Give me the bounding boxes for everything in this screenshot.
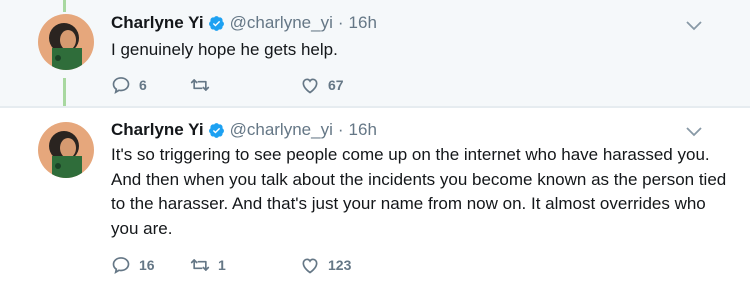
reply-button[interactable]: 6 — [111, 75, 147, 95]
like-button[interactable]: 67 — [300, 75, 344, 95]
verified-badge-icon — [208, 15, 225, 32]
separator: · — [337, 120, 344, 139]
author-name[interactable]: Charlyne Yi — [111, 13, 204, 33]
retweet-button[interactable]: 1 — [190, 255, 226, 275]
tweet-header: Charlyne Yi @charlyne_yi · 16h — [111, 12, 377, 34]
author-handle[interactable]: @charlyne_yi — [230, 120, 333, 140]
reply-icon — [111, 255, 131, 275]
tweet-actions: 16 1 123 — [111, 255, 391, 275]
author-handle[interactable]: @charlyne_yi — [230, 13, 333, 33]
author-name[interactable]: Charlyne Yi — [111, 120, 204, 140]
caret-down-icon[interactable] — [686, 125, 702, 137]
retweet-icon — [190, 255, 210, 275]
like-button[interactable]: 123 — [300, 255, 351, 275]
caret-down-icon[interactable] — [686, 19, 702, 31]
avatar[interactable] — [38, 14, 94, 70]
tweet-text: I genuinely hope he gets help. — [111, 40, 338, 59]
reply-count: 6 — [139, 77, 147, 93]
retweet-icon — [190, 75, 210, 95]
reply-button[interactable]: 16 — [111, 255, 155, 275]
like-count: 123 — [328, 257, 352, 273]
verified-badge-icon — [208, 122, 225, 139]
tweet-text: It's so triggering to see people come up… — [111, 145, 727, 238]
reply-icon — [111, 75, 131, 95]
separator: · — [337, 13, 344, 32]
timestamp[interactable]: 16h — [349, 120, 377, 140]
retweet-button[interactable] — [190, 75, 218, 95]
like-count: 67 — [328, 77, 344, 93]
tweet-2[interactable]: Charlyne Yi @charlyne_yi · 16h It's so t… — [0, 108, 750, 283]
timestamp[interactable]: 16h — [349, 13, 377, 33]
tweet-actions: 6 67 — [111, 75, 371, 95]
like-icon — [300, 255, 320, 275]
avatar[interactable] — [38, 122, 94, 178]
like-icon — [300, 75, 320, 95]
tweet-1[interactable]: Charlyne Yi @charlyne_yi · 16h I genuine… — [0, 0, 750, 112]
reply-count: 16 — [139, 257, 155, 273]
retweet-count: 1 — [218, 257, 226, 273]
tweet-header: Charlyne Yi @charlyne_yi · 16h — [111, 119, 377, 141]
thread-line — [63, 0, 66, 12]
